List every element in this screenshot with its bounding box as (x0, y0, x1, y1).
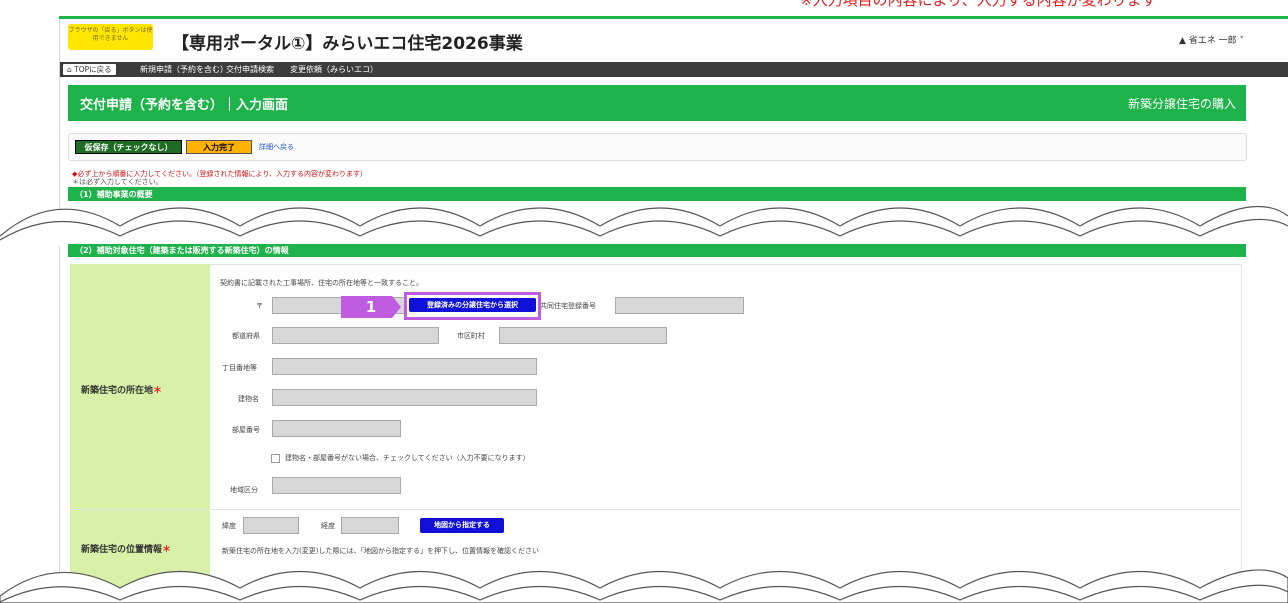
position-label-text: 新築住宅の位置情報 (81, 545, 163, 555)
latitude-label: 緯度 (222, 522, 236, 530)
navbar: ⌂ TOPに戻る 新規申請（予約を含む） 交付申請検索 変更依頼（みらいエコ） (60, 62, 1288, 77)
location-label-text: 新築住宅の所在地 (81, 386, 154, 396)
step-badge: 1 (341, 296, 401, 318)
postal-mark: 〒 (256, 302, 263, 310)
building-input[interactable] (272, 389, 537, 406)
user-name: 省エネ 一郎 (1188, 36, 1237, 46)
application-type: 新築分譲住宅の購入 (1127, 97, 1236, 111)
torn-edge-divider-bottom (0, 569, 1288, 603)
position-required-mark: ＊ (162, 545, 172, 555)
nav-home-button[interactable]: ⌂ TOPに戻る (63, 64, 116, 75)
city-label: 市区町村 (457, 332, 485, 340)
action-bar: 仮保存（チェックなし） 入力完了 詳細へ戻る (68, 133, 1247, 161)
longitude-input[interactable] (341, 517, 399, 534)
user-menu[interactable]: ▲ 省エネ 一郎 ˅ (1179, 33, 1244, 46)
position-label: 新築住宅の位置情報＊ (81, 542, 171, 555)
back-warning-badge: ブラウザの「戻る」ボタンは使用できません (68, 24, 153, 50)
select-from-map-button[interactable]: 地図から指定する (420, 518, 504, 533)
app-title: 【専用ポータル①】みらいエコ住宅2026事業 (172, 34, 523, 54)
location-required-mark: ＊ (153, 386, 163, 396)
prefecture-label: 都道府県 (232, 332, 260, 340)
nav-item-change-request[interactable]: 変更依頼（みらいエコ） (290, 64, 378, 75)
region-label: 地域区分 (230, 486, 258, 494)
block-input[interactable] (272, 358, 537, 375)
back-to-detail-link[interactable]: 詳細へ戻る (259, 142, 294, 152)
region-input[interactable] (272, 477, 401, 494)
nav-item-new-application[interactable]: 新規申請（予約を含む） (140, 64, 228, 75)
nav-item-search[interactable]: 交付申請検索 (226, 64, 274, 75)
chevron-down-icon: ˅ (1236, 36, 1244, 46)
page-title: 交付申請（予約を含む）｜入力画面 (80, 98, 289, 113)
position-note: 新築住宅の所在地を入力(変更)した際には、「地図から指定する」を押下し、位置情報… (222, 547, 539, 555)
nav-home-label: TOPに戻る (74, 65, 112, 74)
room-input[interactable] (272, 420, 401, 437)
apartment-number-label: 共同住宅登録番号 (540, 302, 596, 310)
save-draft-button[interactable]: 仮保存（チェックなし） (75, 140, 182, 154)
no-building-checkbox[interactable] (271, 454, 280, 463)
latitude-input[interactable] (243, 517, 299, 534)
torn-edge-divider-top (0, 205, 1288, 246)
required-note: ＊は必ず入力してください。 (72, 178, 163, 186)
page-header: 交付申請（予約を含む）｜入力画面 新築分譲住宅の購入 (68, 85, 1246, 121)
top-cut-text: ※入力項目の内容により、入力する内容が変わります (800, 0, 1157, 9)
location-note: 契約書に記載された工事場所、住宅の所在地等と一致すること。 (220, 279, 423, 287)
building-label: 建物名 (238, 395, 259, 403)
user-icon: ▲ (1178, 36, 1189, 46)
prefecture-input[interactable] (272, 327, 439, 344)
section-2-title: （2）補助対象住宅（建築または販売する新築住宅）の情報 (75, 246, 289, 255)
location-label: 新築住宅の所在地＊ (81, 383, 162, 396)
row-divider (70, 509, 1240, 510)
apartment-number-input[interactable] (615, 297, 744, 314)
room-label: 部屋番号 (232, 426, 260, 434)
step-highlight-box (404, 292, 541, 320)
complete-button[interactable]: 入力完了 (186, 140, 252, 154)
no-building-check-label: 建物名・部屋番号がない場合、チェックしてください（入力不要になります） (285, 454, 530, 462)
header: ブラウザの「戻る」ボタンは使用できません 【専用ポータル①】みらいエコ住宅202… (60, 19, 1288, 60)
longitude-label: 経度 (321, 522, 335, 530)
block-label: 丁目番地等 (222, 364, 257, 372)
city-input[interactable] (499, 327, 667, 344)
section-2-header: （2）補助対象住宅（建築または販売する新築住宅）の情報 (68, 244, 1246, 257)
